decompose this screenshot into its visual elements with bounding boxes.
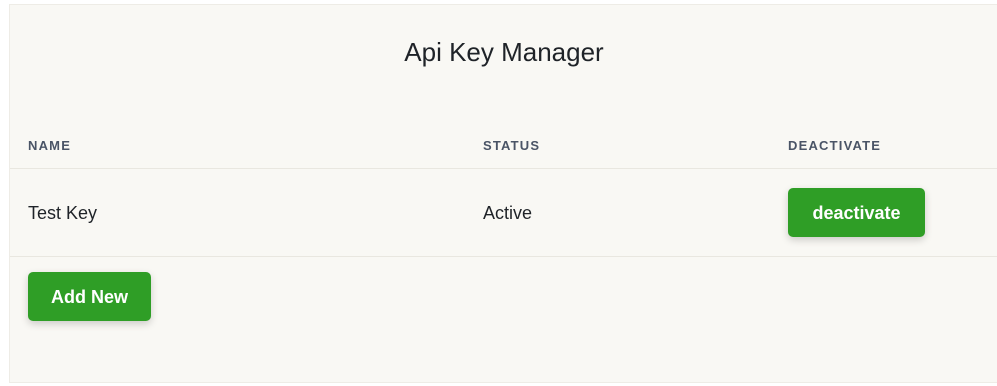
deactivate-button[interactable]: deactivate [788,188,925,237]
api-key-manager-panel: Api Key Manager NAME STATUS DEACTIVATE T… [9,4,997,383]
column-header-name: NAME [28,138,72,153]
page-title: Api Key Manager [404,37,604,67]
column-header-deactivate: DEACTIVATE [788,138,882,153]
column-header-status: STATUS [483,138,541,153]
table-row: Test Key Active deactivate [10,169,997,257]
key-name-cell: Test Key [28,203,98,223]
key-status-cell: Active [483,203,533,223]
add-new-button[interactable]: Add New [28,272,151,321]
table-header: NAME STATUS DEACTIVATE [10,127,997,169]
